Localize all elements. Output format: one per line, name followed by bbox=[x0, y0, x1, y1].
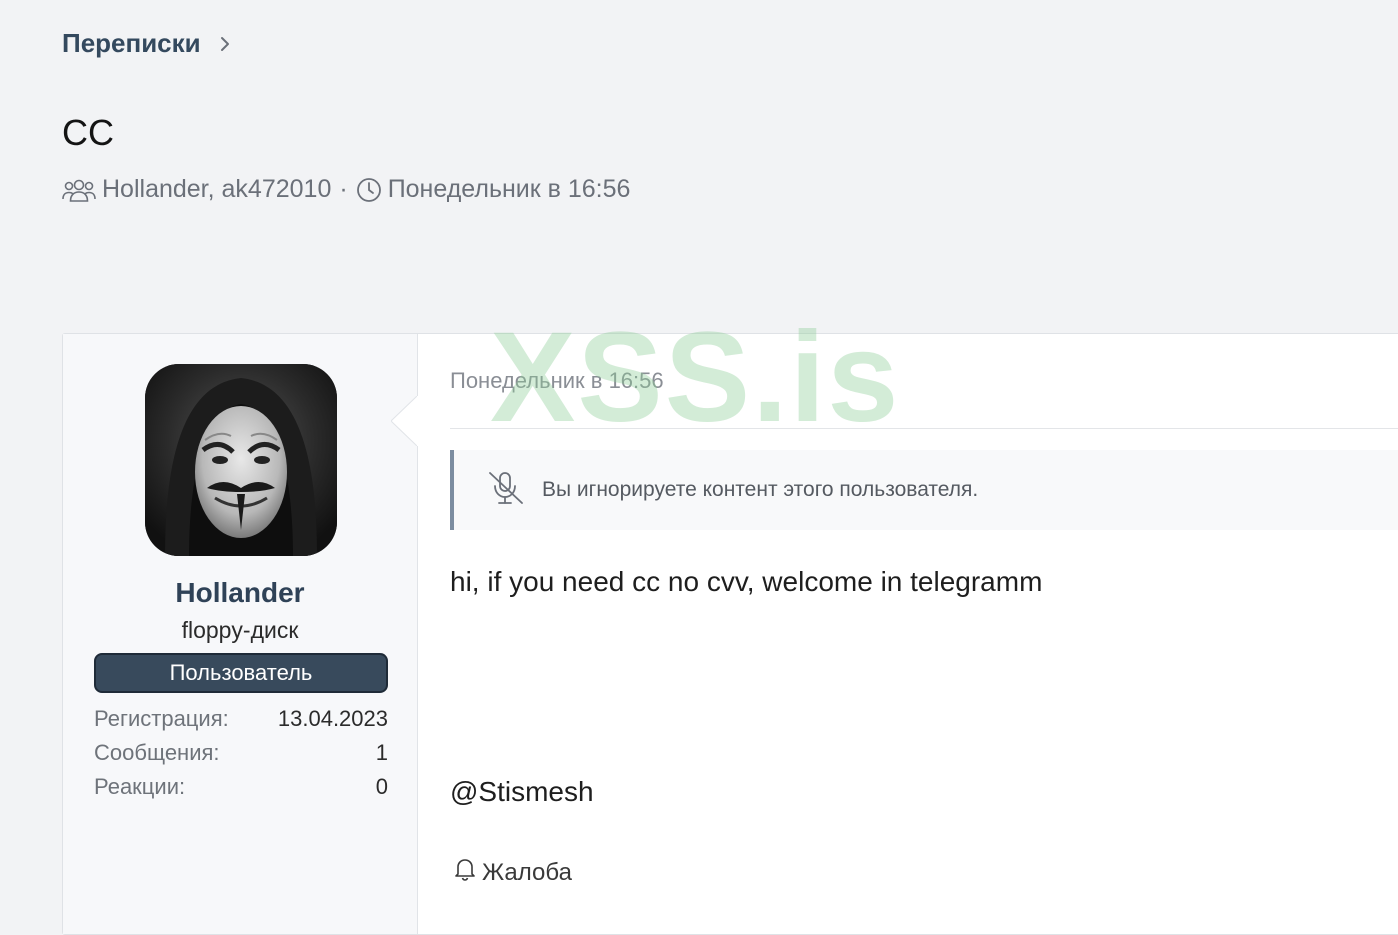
message-content: Понедельник в 16:56 XSS.is Вы игнорирует… bbox=[450, 306, 1398, 934]
stat-value: 1 bbox=[375, 740, 388, 765]
chevron-right-icon bbox=[215, 34, 235, 54]
stat-label: Сообщения: bbox=[94, 740, 220, 765]
conversation-meta: Hollander, ak472010 · Понедельник в 16:5… bbox=[62, 175, 630, 204]
ignore-notice-text: Вы игнорируете контент этого пользовател… bbox=[542, 478, 979, 501]
page-title: CC bbox=[62, 112, 114, 153]
clock-icon bbox=[356, 177, 382, 203]
message-arrow bbox=[391, 396, 441, 446]
message-body: hi, if you need cc no cvv, welcome in te… bbox=[450, 566, 1043, 597]
breadcrumb-link-conversations[interactable]: Переписки bbox=[62, 28, 201, 59]
participants-list[interactable]: Hollander, ak472010 bbox=[102, 175, 331, 204]
last-activity-time[interactable]: Понедельник в 16:56 bbox=[388, 175, 631, 204]
stat-label: Реакции: bbox=[94, 774, 186, 799]
ignored-content-notice[interactable]: Вы игнорируете контент этого пользовател… bbox=[450, 450, 1398, 530]
report-button[interactable]: Жалоба bbox=[452, 856, 572, 889]
avatar[interactable] bbox=[145, 364, 337, 556]
message-user-panel: Hollander floppy-диск Пользователь Регис… bbox=[63, 334, 418, 934]
stat-row-registration: Регистрация: 13.04.2023 bbox=[94, 702, 388, 736]
stat-label: Регистрация: bbox=[94, 706, 229, 731]
user-stats: Регистрация: 13.04.2023 Сообщения: 1 Реа… bbox=[94, 702, 388, 804]
message-handle: @Stismesh bbox=[450, 776, 594, 807]
stat-value: 0 bbox=[375, 774, 388, 799]
bell-icon bbox=[452, 856, 482, 889]
users-icon bbox=[62, 177, 96, 203]
username-link[interactable]: Hollander bbox=[63, 577, 417, 609]
message-divider bbox=[450, 428, 1398, 429]
user-role-badge: Пользователь bbox=[94, 653, 388, 693]
stat-row-reactions: Реакции: 0 bbox=[94, 770, 388, 804]
report-label: Жалоба bbox=[482, 858, 572, 886]
message-card: Hollander floppy-диск Пользователь Регис… bbox=[62, 306, 1398, 935]
stat-row-messages: Сообщения: 1 bbox=[94, 736, 388, 770]
stat-value: 13.04.2023 bbox=[277, 706, 388, 731]
user-title: floppy-диск bbox=[181, 617, 299, 643]
breadcrumb: Переписки bbox=[62, 28, 235, 59]
message-date[interactable]: Понедельник в 16:56 bbox=[450, 368, 664, 394]
microphone-slash-icon bbox=[454, 470, 542, 511]
meta-separator: · bbox=[339, 175, 348, 203]
